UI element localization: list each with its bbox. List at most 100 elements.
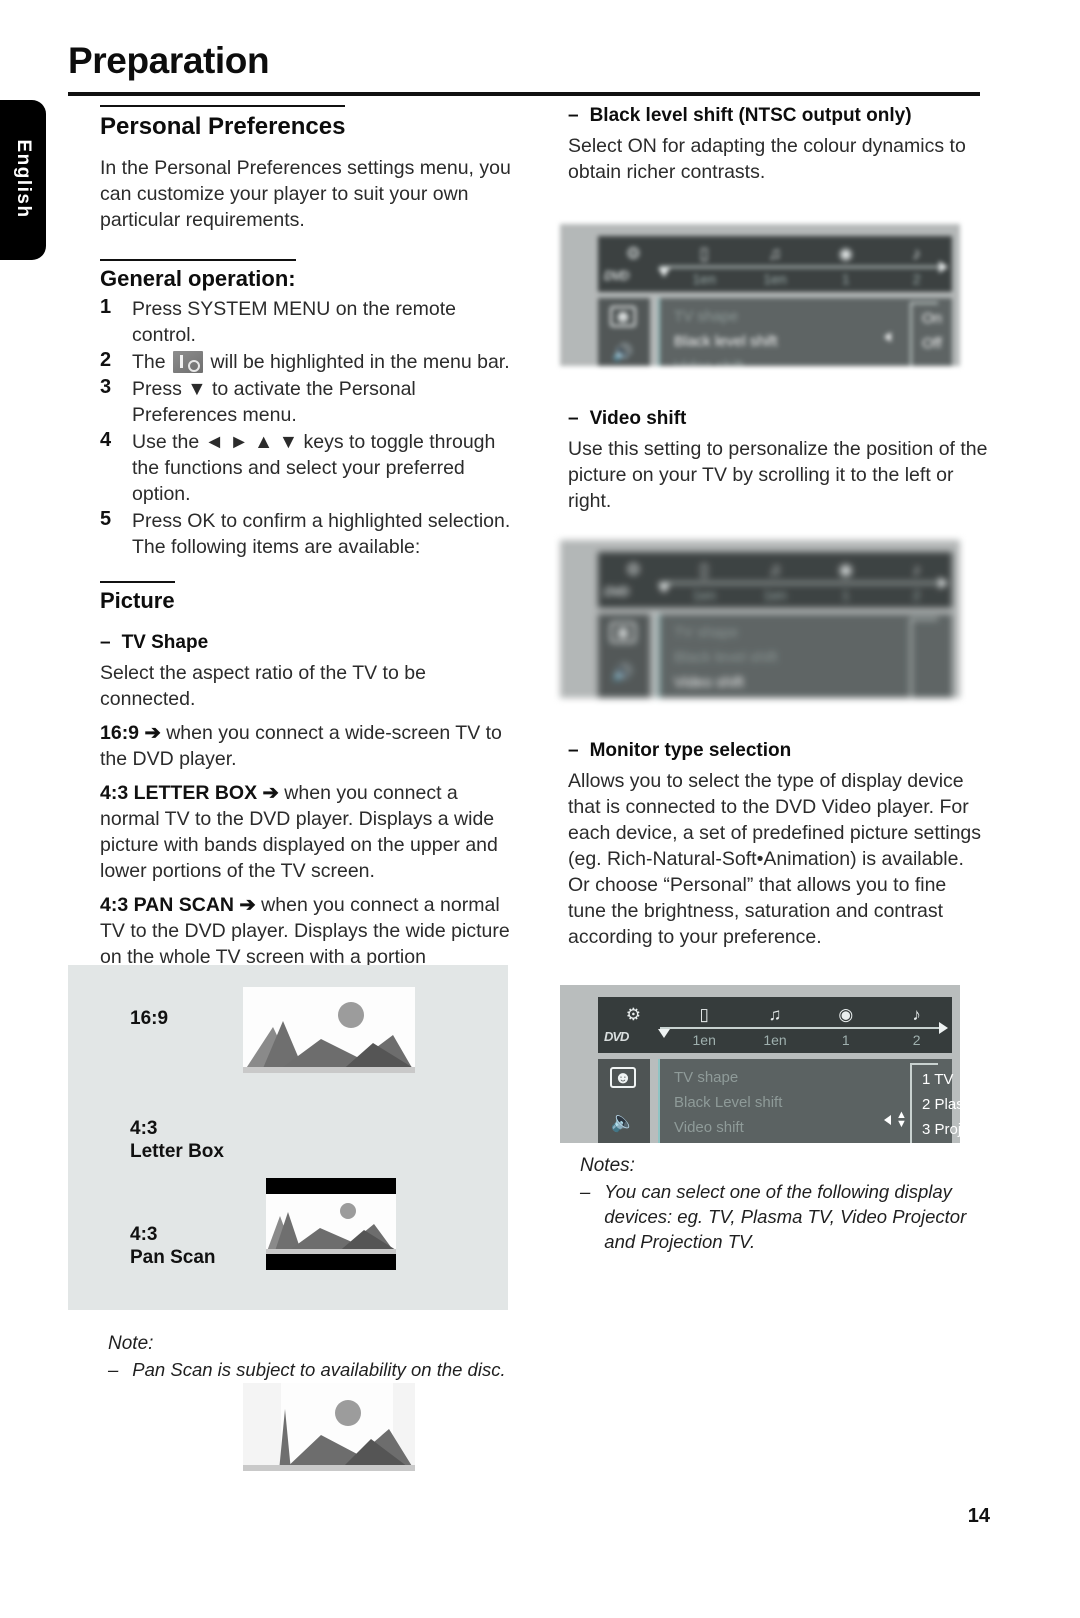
video-shift-section: – Video shift Use this setting to person… <box>568 408 988 522</box>
osd-menu-list: TV shape Black Level shift Video shift M… <box>674 1065 782 1143</box>
osd-tab-value: 1en <box>692 587 716 603</box>
preferences-tool-icon <box>173 351 204 373</box>
tools-icon: ⚙ <box>625 1004 642 1024</box>
osd-tab-value: 1en <box>763 587 787 603</box>
option-label-panscan: 4:3 PAN SCAN ➔ <box>100 894 256 916</box>
osd-option-list <box>910 618 938 698</box>
illustration-label: 16:9 <box>130 1008 169 1029</box>
subtitle-icon: ▯ <box>699 243 709 263</box>
note-line: – Pan Scan is subject to availability on… <box>108 1357 528 1382</box>
osd-menu-item[interactable]: TV shape <box>674 304 777 329</box>
black-level-body: Select ON for adapting the colour dynami… <box>568 135 966 183</box>
osd-menu-item-active[interactable]: Black level shift <box>674 329 777 354</box>
osd-tab-value: 2 <box>912 271 921 287</box>
dvd-logo: DVD <box>604 1029 629 1044</box>
list-item: 2 The will be highlighted in the menu ba… <box>100 349 520 375</box>
step-text: Use the ◄ ► ▲ ▼ keys to toggle through t… <box>132 431 496 505</box>
osd-tab-value: 1en <box>763 271 787 287</box>
osd-menu-item[interactable]: Black Level shift <box>674 1090 782 1115</box>
osd-tab-icons: ⚙ ▯ ♫ ◉ ♪ <box>598 554 952 584</box>
step-text: Press SYSTEM MENU on the remote control. <box>132 298 457 346</box>
dvd-logo: DVD <box>604 584 629 599</box>
osd-tab-value: 2 <box>912 1032 921 1048</box>
chevron-left-icon <box>884 332 891 342</box>
osd-menu-bar: ⚙ ▯ ♫ ◉ ♪ 1en 1en 1 2 DVD <box>598 997 952 1053</box>
option-label-169: 16:9 ➔ <box>100 722 161 744</box>
osd-tab-icons: ⚙ ▯ ♫ ◉ ♪ <box>598 999 952 1029</box>
osd-option-list: 1 TV 2 Plasma TV 3 Projector 4 Projectio… <box>910 1063 960 1143</box>
osd-option[interactable]: 1 TV <box>922 1067 953 1092</box>
audio-icon: ♫ <box>768 1004 782 1024</box>
osd-menu-item[interactable]: Video shift <box>674 1115 782 1140</box>
osd-menu-item[interactable]: TV shape <box>674 620 777 645</box>
step-number: 1 <box>100 296 112 318</box>
left-column: Personal Preferences In the Personal Pre… <box>100 105 520 1004</box>
video-shift-heading: – Video shift <box>568 408 988 430</box>
language-tab: English <box>0 100 46 260</box>
bullet-dash: – <box>100 632 111 653</box>
step-number: 2 <box>100 349 112 371</box>
osd-option[interactable]: On <box>922 306 942 331</box>
tools-icon: ⚙ <box>625 243 642 263</box>
personal-prefs-icon: ☻ <box>610 1067 636 1088</box>
illustration-label: 4:3 Pan Scan <box>130 1224 216 1268</box>
bullet-dash: – <box>568 740 579 761</box>
osd-menu-item-active[interactable]: Monitor Type <box>674 1140 782 1143</box>
bullet-dash: – <box>580 1181 591 1202</box>
step-text-before: The <box>132 351 166 373</box>
osd-option[interactable]: 3 Projector <box>922 1117 960 1142</box>
osd-tab-icons: ⚙ ▯ ♫ ◉ ♪ <box>598 238 952 268</box>
up-down-arrows-icon: ▲ ▼ <box>896 1109 907 1130</box>
disc-icon: ◉ <box>838 559 854 579</box>
speaker-icon: ♪ <box>912 243 921 263</box>
illustration-row-letterbox: 4:3 Letter Box <box>130 1117 240 1163</box>
osd-menu-item-active[interactable]: Video shift <box>674 670 777 695</box>
osd-menu-panel: TV shape Black level shift Video shift <box>658 614 952 698</box>
notes-text: You can select one of the following disp… <box>604 1181 967 1252</box>
black-level-title: Black level shift (NTSC output only) <box>589 105 912 126</box>
landscape-art <box>266 1194 396 1254</box>
general-operation-heading: General operation: <box>100 259 296 292</box>
tv-shape-heading: – TV Shape <box>100 632 520 654</box>
language-tab-label: English <box>13 139 34 219</box>
dvd-logo: DVD <box>604 268 629 283</box>
osd-tab-value: 1 <box>841 271 850 287</box>
general-operation-steps: 1 Press SYSTEM MENU on the remote contro… <box>100 296 520 560</box>
speaker-icon: ♪ <box>912 1004 921 1024</box>
disc-icon: ◉ <box>838 243 854 263</box>
tv-picture-panscan <box>243 1383 415 1471</box>
picture-heading: Picture <box>100 581 175 614</box>
speaker-icon: ♪ <box>912 559 921 579</box>
landscape-art <box>243 1383 415 1471</box>
step-number: 3 <box>100 376 112 398</box>
osd-menu-item[interactable]: Black level shift <box>674 645 777 670</box>
osd-option[interactable]: 2 Plasma TV <box>922 1092 960 1117</box>
general-operation-heading-wrap: General operation: <box>100 259 520 292</box>
tv-picture-letterbox <box>266 1178 396 1270</box>
osd-tab-value: 2 <box>912 587 921 603</box>
osd-option[interactable]: Off <box>922 331 942 356</box>
personal-prefs-icon: ☻ <box>610 622 636 643</box>
personal-prefs-icon: ☻ <box>610 306 636 327</box>
osd-menu-item[interactable]: Video shift <box>674 354 777 366</box>
step-text: The will be highlighted in the menu bar. <box>132 349 510 375</box>
note-line: – You can select one of the following di… <box>580 1179 980 1254</box>
osd-screenshot-monitor-type: ⚙ ▯ ♫ ◉ ♪ 1en 1en 1 2 DVD ☻ 🔈 TV shape B… <box>560 985 960 1143</box>
osd-menu-item[interactable]: TV shape <box>674 1065 782 1090</box>
osd-option[interactable]: 4 Projection TV <box>922 1142 938 1143</box>
illustration-label: 4:3 Letter Box <box>130 1118 224 1162</box>
osd-tab-values: 1en 1en 1 2 <box>598 583 952 607</box>
osd-option-list: On Off <box>910 302 942 366</box>
letterbox-band-bottom <box>266 1254 396 1270</box>
black-level-heading: – Black level shift (NTSC output only) <box>568 105 988 127</box>
osd-menu-panel: TV shape Black Level shift Video shift M… <box>658 1059 960 1143</box>
osd-menu-bar: ⚙ ▯ ♫ ◉ ♪ 1en 1en 1 2 DVD <box>598 552 952 608</box>
sound-icon: 🔊 <box>612 342 634 362</box>
osd-tab-value: 1en <box>763 1032 787 1048</box>
osd-tab-value: 1 <box>841 1032 850 1048</box>
monitor-type-notes: Notes: – You can select one of the follo… <box>580 1155 980 1254</box>
osd-sidebar: ☻ 🔊 <box>598 614 650 698</box>
osd-sidebar: ☻ 🔊 <box>598 298 650 366</box>
note-title: Note: <box>108 1333 154 1354</box>
video-shift-body: Use this setting to personalize the posi… <box>568 438 988 512</box>
